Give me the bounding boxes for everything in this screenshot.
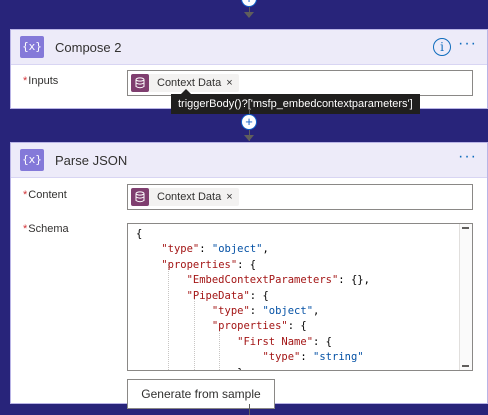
scroll-down-icon[interactable] — [462, 365, 469, 367]
add-step-middle-icon[interactable]: + — [241, 114, 257, 130]
schema-line: { — [136, 228, 143, 240]
token-label: Context Data — [157, 77, 222, 89]
schema-line: "properties": { — [211, 320, 307, 333]
token-tooltip: triggerBody()?['msfp_embedcontextparamet… — [171, 89, 420, 114]
schema-line: "EmbedContextParameters": {}, — [186, 274, 370, 287]
schema-line: "PipeData": { — [186, 289, 269, 302]
parse-json-title: Parse JSON — [55, 153, 128, 168]
token-remove-icon[interactable]: × — [226, 191, 232, 203]
schema-editor[interactable]: { "type": "object", "properties": { "Emb… — [127, 223, 473, 371]
schema-line: }, — [136, 367, 250, 370]
schema-label: *Schema — [23, 223, 69, 235]
token-remove-icon[interactable]: × — [226, 77, 232, 89]
compose-title: Compose 2 — [55, 40, 122, 55]
required-mark: * — [23, 223, 28, 235]
inputs-label: *Inputs — [23, 75, 58, 87]
inputs-field[interactable]: Context Data × — [127, 70, 473, 96]
parse-json-card-header[interactable]: {x} Parse JSON ··· — [11, 143, 487, 178]
schema-line: "First Name": { — [237, 335, 332, 348]
content-label-text: Content — [28, 189, 67, 201]
add-step-top-icon[interactable]: + — [241, 0, 257, 7]
schema-line: "type": "object", — [211, 305, 320, 318]
flow-canvas: + {x} Compose 2 i ··· *Inputs Context Da… — [0, 0, 488, 415]
inputs-label-text: Inputs — [28, 75, 59, 87]
token-label: Context Data — [157, 191, 222, 203]
generate-from-sample-button[interactable]: Generate from sample — [127, 379, 275, 409]
connector-arrow-middle — [244, 135, 254, 141]
schema-line: "properties": { — [161, 258, 257, 271]
info-icon[interactable]: i — [433, 38, 451, 56]
compose-card-header[interactable]: {x} Compose 2 i ··· — [11, 30, 487, 65]
schema-scrollbar[interactable] — [459, 224, 472, 370]
content-label: *Content — [23, 189, 67, 201]
schema-code[interactable]: { "type": "object", "properties": { "Emb… — [136, 227, 370, 370]
content-field[interactable]: Context Data × — [127, 184, 473, 210]
dataverse-icon — [131, 188, 149, 206]
parse-json-card: {x} Parse JSON ··· *Content Context Data… — [10, 142, 488, 409]
required-mark: * — [23, 189, 28, 201]
compose-more-options-icon[interactable]: ··· — [458, 36, 477, 52]
dataverse-icon — [131, 74, 149, 92]
schema-line: "type": "object", — [161, 243, 269, 256]
schema-line: "type": "string" — [262, 351, 364, 364]
context-data-token[interactable]: Context Data × — [131, 188, 239, 206]
required-mark: * — [23, 75, 28, 87]
schema-label-text: Schema — [28, 223, 69, 235]
connector-line-bottom — [249, 404, 250, 415]
scroll-up-icon[interactable] — [462, 227, 469, 229]
parse-json-more-options-icon[interactable]: ··· — [458, 149, 477, 165]
parse-json-action-icon: {x} — [20, 149, 44, 171]
connector-arrow-top — [244, 12, 254, 18]
compose-action-icon: {x} — [20, 36, 44, 58]
